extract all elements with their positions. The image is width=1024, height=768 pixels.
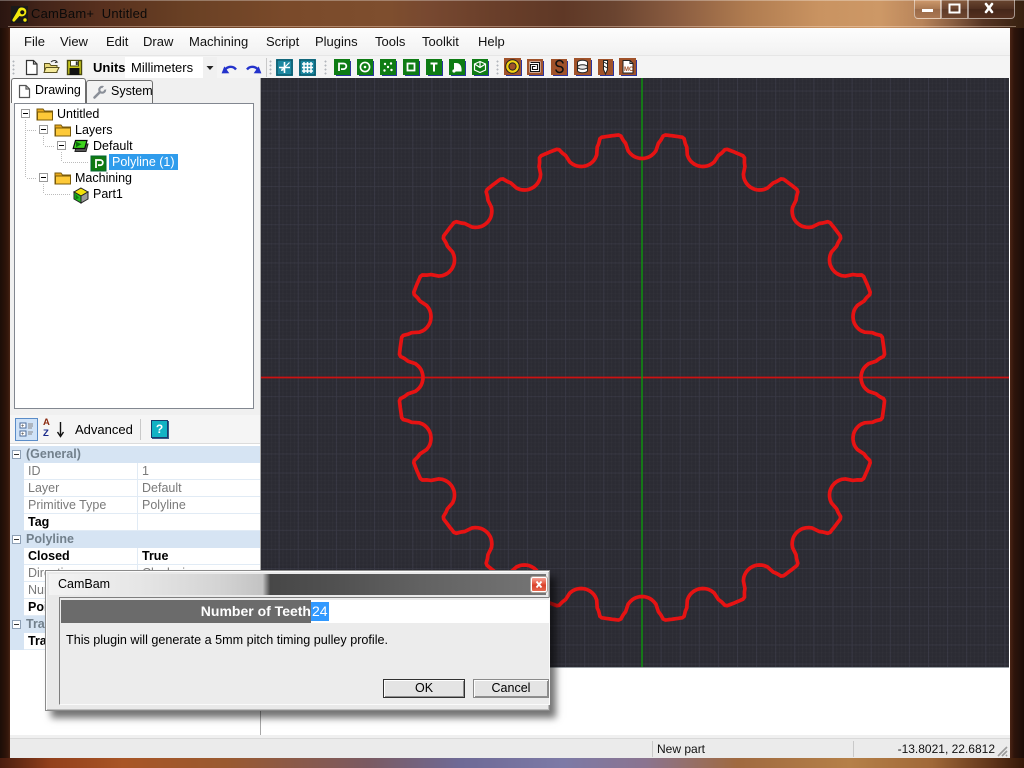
svg-text:MC: MC (624, 67, 634, 73)
svg-text:+: + (21, 424, 24, 430)
svg-text:+: + (21, 432, 24, 438)
